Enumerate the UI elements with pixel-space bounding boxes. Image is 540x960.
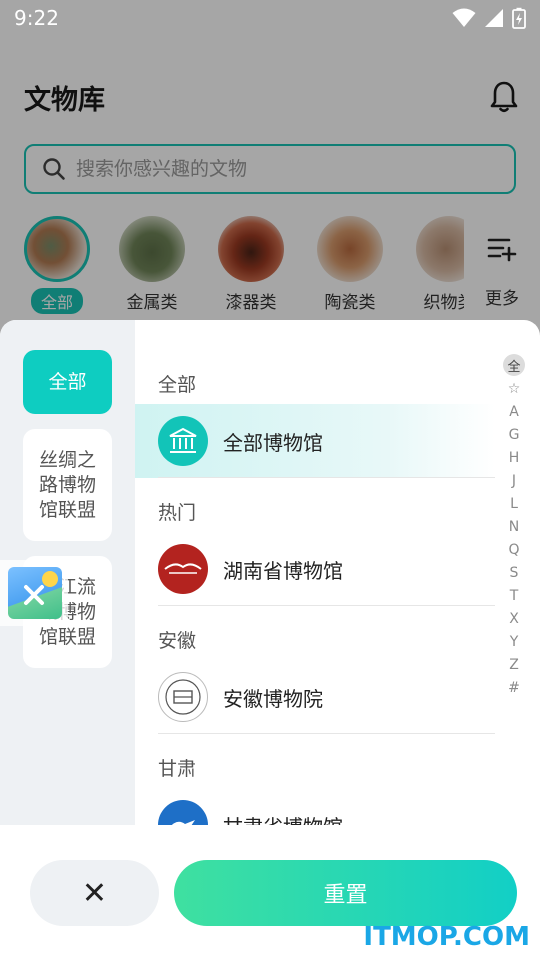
floating-image-widget[interactable] <box>0 560 68 626</box>
index-letter[interactable]: G <box>509 423 520 446</box>
filter-sheet: 全部 丝绸之路博物馆联盟 长江流域博物馆联盟 全部 全部博物馆 热门 <box>0 320 540 960</box>
divider <box>158 605 495 606</box>
list-item-all-museums[interactable]: 全部博物馆 <box>135 404 495 478</box>
index-letter[interactable]: 全 <box>503 354 525 376</box>
index-letter[interactable]: H <box>509 446 520 469</box>
reset-button[interactable]: 重置 <box>174 860 517 926</box>
index-letter[interactable]: A <box>509 400 519 423</box>
index-letter[interactable]: L <box>510 492 518 515</box>
section-title: 全部 <box>158 374 197 396</box>
battery-icon <box>512 7 526 29</box>
index-letter[interactable]: Q <box>508 538 519 561</box>
museum-icon <box>158 416 208 466</box>
index-letter[interactable]: N <box>509 515 519 538</box>
reset-label: 重置 <box>323 883 368 908</box>
index-letter[interactable]: T <box>510 584 519 607</box>
status-bar: 9:22 <box>0 0 540 36</box>
list-item-label: 安徽博物院 <box>223 686 323 711</box>
index-letter[interactable]: ☆ <box>508 377 521 400</box>
wifi-icon <box>452 8 476 27</box>
index-letter[interactable]: Y <box>510 630 519 653</box>
index-letter[interactable]: X <box>509 607 519 630</box>
divider <box>158 477 495 478</box>
divider <box>158 733 495 734</box>
list-item-hunan-museum[interactable]: 湖南省博物馆 <box>135 532 495 606</box>
image-placeholder-icon <box>8 567 62 619</box>
alphabet-index[interactable]: 全 ☆ A G H J L N Q S T X Y Z # <box>500 354 528 699</box>
list-item-label: 湖南省博物馆 <box>223 558 343 583</box>
index-letter[interactable]: Z <box>509 653 519 676</box>
status-time: 9:22 <box>14 6 59 30</box>
close-button[interactable]: ✕ <box>30 860 159 926</box>
watermark-text: ITMOP.COM <box>363 922 530 952</box>
list-item-label: 全部博物馆 <box>223 430 323 455</box>
close-icon: ✕ <box>81 875 108 911</box>
section-title: 热门 <box>158 502 197 524</box>
section-title: 安徽 <box>158 630 197 652</box>
list-item-anhui-museum[interactable]: 安徽博物院 <box>135 660 495 734</box>
sidebar-item-silk-road-alliance[interactable]: 丝绸之路博物馆联盟 <box>23 429 112 541</box>
index-letter[interactable]: # <box>508 676 520 699</box>
signal-icon <box>485 9 503 27</box>
index-letter[interactable]: J <box>512 469 516 492</box>
anhui-museum-logo <box>158 672 208 722</box>
index-letter[interactable]: S <box>510 561 519 584</box>
hunan-museum-logo <box>158 544 208 594</box>
museum-list: 全部 全部博物馆 热门 湖南省博物馆 安徽 安徽博物院 甘肃 <box>135 320 505 850</box>
section-title: 甘肃 <box>158 758 197 780</box>
sidebar-item-all[interactable]: 全部 <box>23 350 112 414</box>
